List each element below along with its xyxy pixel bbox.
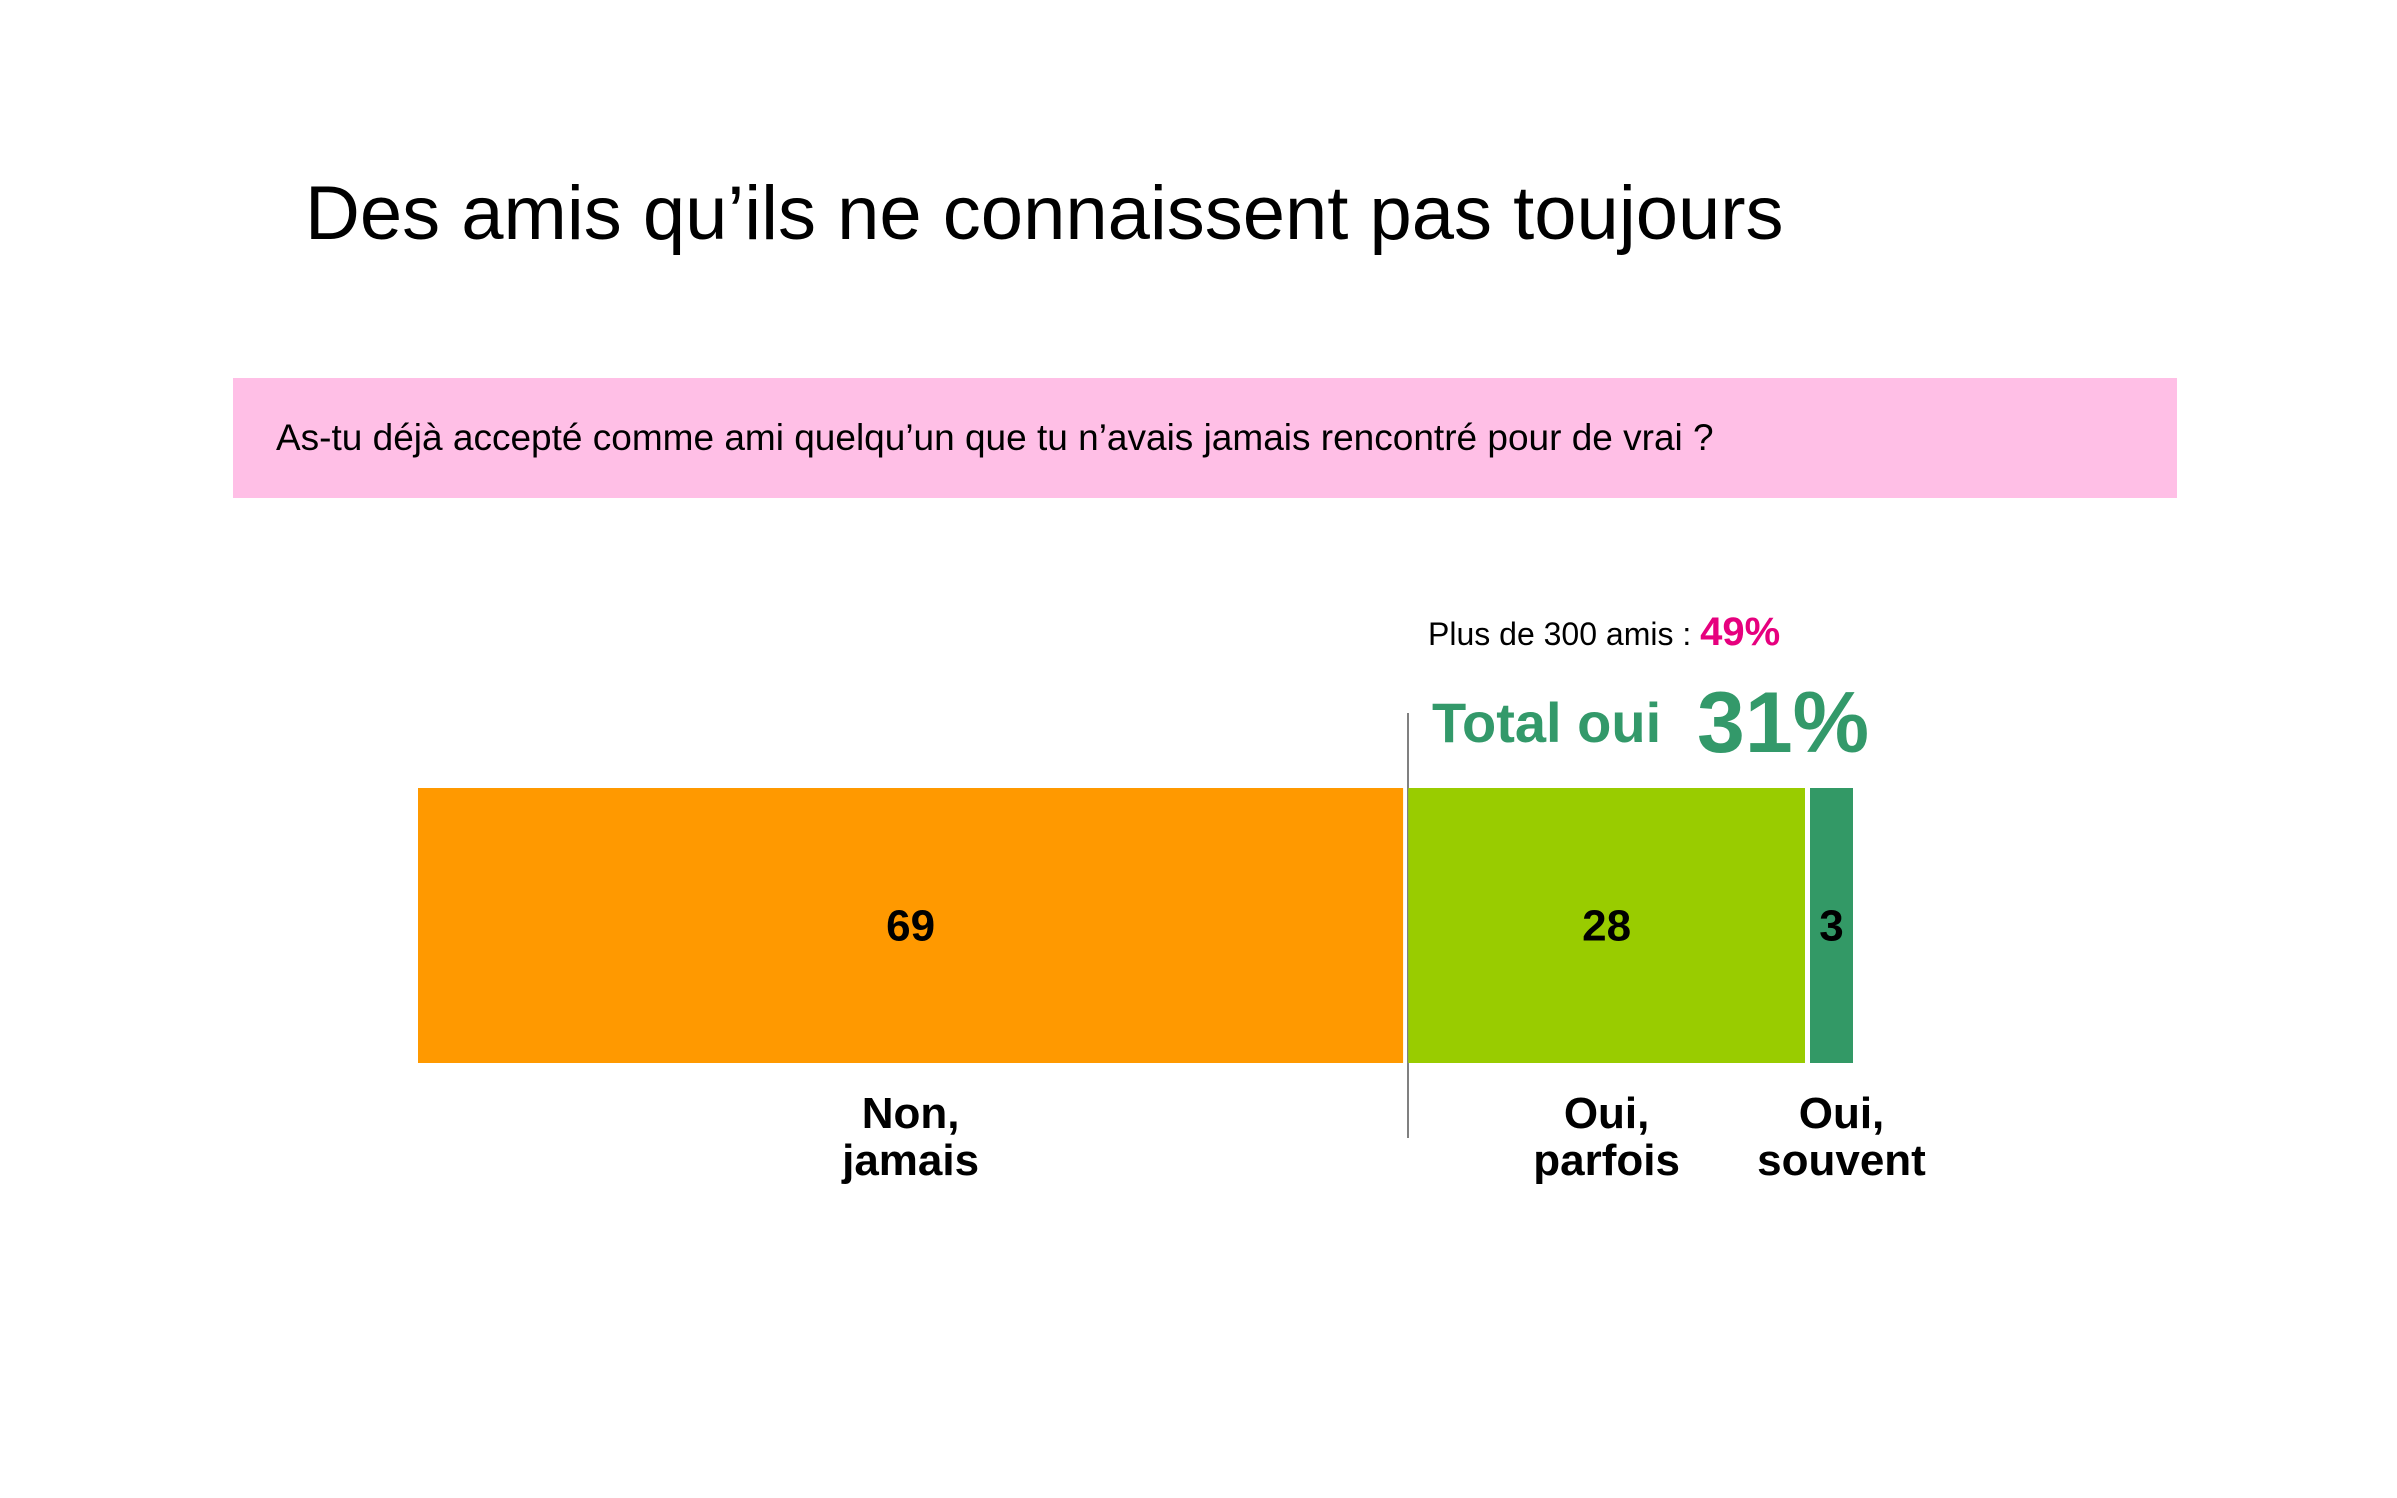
bar-value-label: 28 bbox=[1582, 902, 1631, 951]
category-label: Oui, souvent bbox=[1757, 1089, 1926, 1185]
subgroup-value: 49% bbox=[1700, 610, 1780, 654]
subgroup-annotation: Plus de 300 amis : 49% bbox=[1428, 610, 1780, 654]
total-oui-label: Total oui bbox=[1432, 691, 1661, 754]
bar-value-label: 3 bbox=[1819, 902, 1843, 951]
subgroup-label: Plus de 300 amis : bbox=[1428, 616, 1700, 652]
category-label: Oui, parfois bbox=[1533, 1089, 1680, 1185]
bars-group: 69 Non, jamais 28 Oui, parfois 3 Oui, souvent bbox=[418, 788, 1926, 1185]
total-oui-value: 31% bbox=[1697, 675, 1869, 771]
category-label: Non, jamais bbox=[841, 1089, 979, 1185]
stacked-bar-chart: Plus de 300 amis : 49% Total oui 31% 69 N… bbox=[418, 610, 1926, 1185]
bar-value-label: 69 bbox=[886, 902, 935, 951]
